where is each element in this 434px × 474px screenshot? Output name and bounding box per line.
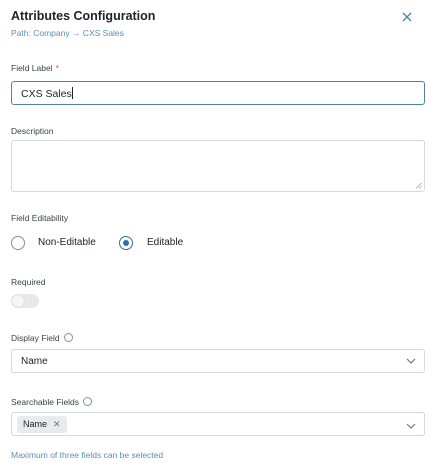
field-label-input[interactable]: CXS Sales [11, 81, 425, 105]
radio-non-editable[interactable] [11, 236, 25, 250]
display-field-label: Display Field [11, 333, 73, 343]
chevron-down-icon[interactable] [406, 422, 416, 430]
resize-handle-icon[interactable] [415, 182, 422, 189]
searchable-fields-select[interactable]: Name ✕ [11, 412, 425, 436]
required-toggle[interactable] [11, 294, 39, 308]
breadcrumb-path: Path: Company → CXS Sales [11, 28, 124, 38]
searchable-fields-text: Searchable Fields [11, 397, 80, 407]
field-label-label: Field Label * [11, 63, 59, 73]
radio-editable[interactable] [119, 236, 133, 250]
editable-label[interactable]: Editable [147, 237, 183, 248]
field-label-text: Field Label [11, 63, 53, 73]
display-field-value: Name [21, 356, 48, 367]
display-field-select[interactable]: Name [11, 349, 425, 373]
searchable-fields-label: Searchable Fields [11, 397, 93, 407]
required-mark: * [55, 63, 59, 73]
field-label-value: CXS Sales [21, 88, 72, 100]
info-icon[interactable] [83, 397, 93, 406]
non-editable-label[interactable]: Non-Editable [38, 237, 96, 248]
helper-text: Maximum of three fields can be selected [11, 450, 164, 460]
selected-chip: Name ✕ [17, 416, 67, 433]
info-icon[interactable] [63, 333, 73, 342]
panel-title: Attributes Configuration [11, 9, 156, 23]
chip-label: Name [23, 419, 48, 429]
toggle-knob [12, 295, 24, 307]
editability-label: Field Editability [11, 213, 69, 223]
display-field-text: Display Field [11, 333, 60, 343]
text-caret [71, 87, 73, 99]
chevron-down-icon[interactable] [406, 357, 416, 365]
description-label: Description [11, 126, 54, 136]
remove-chip-icon[interactable]: ✕ [53, 419, 61, 429]
description-textarea[interactable] [11, 140, 425, 192]
close-icon[interactable] [399, 9, 415, 25]
required-label: Required [11, 277, 46, 287]
